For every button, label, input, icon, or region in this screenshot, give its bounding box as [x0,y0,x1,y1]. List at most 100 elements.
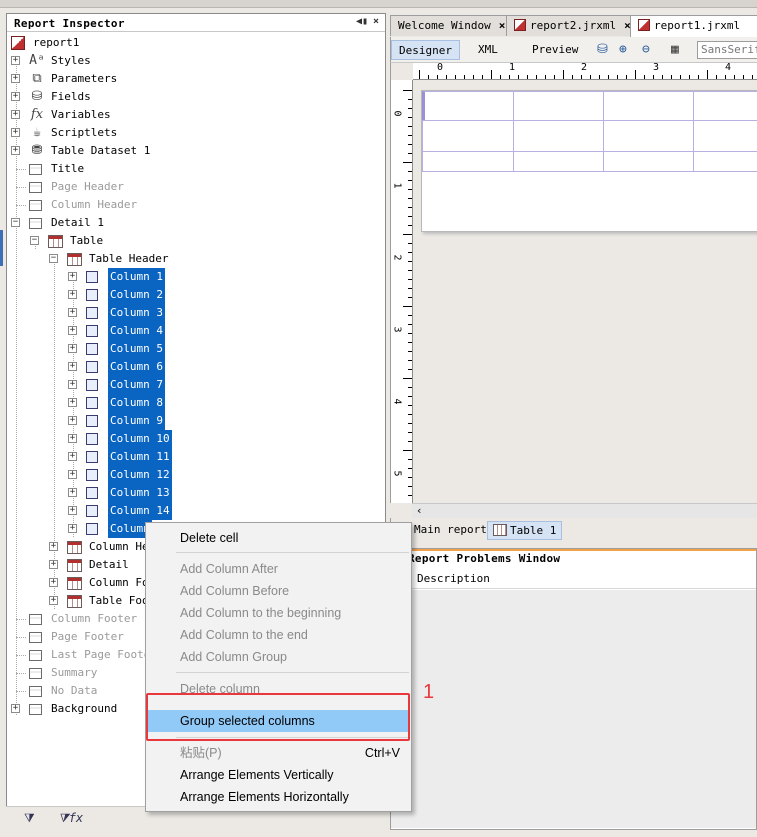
filter-icon[interactable]: ⧩ [24,811,35,826]
expand-icon[interactable]: + [11,704,20,713]
menu-add-column-end[interactable]: Add Column to the end [147,624,410,646]
tree-item[interactable]: + Column 11 [7,448,377,466]
tab-main-report[interactable]: Main report [409,521,492,540]
expand-icon[interactable]: + [68,308,77,317]
tree-item[interactable]: report1 [7,34,377,52]
report-page[interactable] [421,90,757,232]
menu-add-column-before[interactable]: Add Column Before [147,580,410,602]
expand-icon[interactable]: + [68,416,77,425]
tab-report1[interactable]: report1.jrxml× [630,15,757,38]
tree-item[interactable]: + ⧉ Parameters [7,70,377,88]
expand-icon[interactable]: + [49,542,58,551]
expand-icon[interactable]: + [11,128,20,137]
scroll-left-icon[interactable]: ‹ [416,504,423,517]
collapse-icon[interactable]: − [11,218,20,227]
expand-icon[interactable]: + [68,398,77,407]
expand-icon[interactable]: + [68,452,77,461]
tree-item[interactable]: + Column 14 [7,502,377,520]
tree-item[interactable]: + Column 3 [7,304,377,322]
tree-item[interactable]: + Column 8 [7,394,377,412]
design-canvas[interactable]: 0 1 2 3 4 0 1 2 3 4 5 [390,63,757,503]
table-cell[interactable] [603,151,694,172]
menu-arrange-horizontally[interactable]: Arrange Elements Horizontally [147,786,410,808]
properties-icon[interactable]: ▦ [671,42,679,57]
tab-report2[interactable]: report2.jrxml × [506,15,638,36]
tree-item[interactable]: + Column 2 [7,286,377,304]
menu-add-column-group[interactable]: Add Column Group [147,646,410,668]
table-cell[interactable] [422,120,514,152]
tree-item[interactable]: + ⛁ Fields [7,88,377,106]
tree-item[interactable]: + ⛃ Table Dataset 1 [7,142,377,160]
menu-add-column-after[interactable]: Add Column After [147,558,410,580]
table-cell[interactable] [693,91,757,121]
description-column-header[interactable]: Description [391,569,756,589]
tree-item[interactable]: + Column 6 [7,358,377,376]
expand-icon[interactable]: + [49,596,58,605]
expand-icon[interactable]: + [68,362,77,371]
tree-item[interactable]: + Aᵃ Styles [7,52,377,70]
tree-item[interactable]: + ☕ Scriptlets [7,124,377,142]
table-cell[interactable] [422,91,514,121]
table-cell[interactable] [693,151,757,172]
horizontal-scrollbar[interactable]: ‹ [412,503,757,518]
expand-icon[interactable]: + [68,344,77,353]
collapse-icon[interactable]: − [49,254,58,263]
xml-mode-button[interactable]: XML [471,40,505,60]
menu-delete-cell[interactable]: Delete cell [147,527,410,549]
table-cell[interactable] [603,120,694,152]
menu-paste[interactable]: 粘贴(P) Ctrl+V [147,742,410,764]
expand-icon[interactable]: + [68,272,77,281]
table-cell[interactable] [513,91,604,121]
database-icon[interactable]: ⛁ [597,42,608,57]
font-name-combo[interactable]: SansSerif [697,41,757,59]
tree-item[interactable]: − Table Header [7,250,377,268]
expand-icon[interactable]: + [49,578,58,587]
expand-icon[interactable]: + [68,506,77,515]
tab-welcome-window[interactable]: Welcome Window × [390,15,513,36]
tree-item[interactable]: + Column 10 [7,430,377,448]
tree-item[interactable]: + Column 9 [7,412,377,430]
zoom-in-icon[interactable]: ⊕ [619,42,627,57]
fx-filter-icon[interactable]: ⧩fx [58,811,83,826]
tree-item[interactable]: + Column 5 [7,340,377,358]
expand-icon[interactable]: + [11,92,20,101]
tree-item[interactable]: + Column 7 [7,376,377,394]
expand-icon[interactable]: + [11,146,20,155]
tree-item[interactable]: Title [7,160,377,178]
expand-icon[interactable]: + [11,74,20,83]
table-cell[interactable] [603,91,694,121]
table-cell[interactable] [422,151,514,172]
tab-table-1[interactable]: Table 1 [487,521,563,540]
expand-icon[interactable]: + [68,524,77,533]
tree-item[interactable]: + Column 12 [7,466,377,484]
expand-icon[interactable]: + [68,380,77,389]
menu-add-column-beginning[interactable]: Add Column to the beginning [147,602,410,624]
tree-item[interactable]: + Column 13 [7,484,377,502]
tree-item[interactable]: + Column 4 [7,322,377,340]
table-cell[interactable] [513,151,604,172]
expand-icon[interactable]: + [68,434,77,443]
expand-icon[interactable]: + [68,470,77,479]
table-cell[interactable] [693,120,757,152]
expand-icon[interactable]: + [49,560,58,569]
expand-icon[interactable]: + [68,488,77,497]
expand-icon[interactable]: + [68,326,77,335]
menu-arrange-vertically[interactable]: Arrange Elements Vertically [147,764,410,786]
tree-item[interactable]: + fx Variables [7,106,377,124]
preview-mode-button[interactable]: Preview [525,40,585,60]
close-icon[interactable]: × [373,16,379,27]
tree-item[interactable]: − Table [7,232,377,250]
pin-icon[interactable]: ◀▮ [356,16,368,27]
zoom-out-icon[interactable]: ⊖ [642,42,650,57]
tree-item[interactable]: − Detail 1 [7,214,377,232]
tree-item[interactable]: Page Header [7,178,377,196]
collapse-icon[interactable]: − [30,236,39,245]
expand-icon[interactable]: + [11,110,20,119]
tree-item[interactable]: + Column 1 [7,268,377,286]
expand-icon[interactable]: + [68,290,77,299]
expand-icon[interactable]: + [11,56,20,65]
close-tab-icon[interactable]: × [499,19,506,32]
table-cell[interactable] [513,120,604,152]
tree-item[interactable]: Column Header [7,196,377,214]
designer-mode-button[interactable]: Designer [391,40,460,60]
